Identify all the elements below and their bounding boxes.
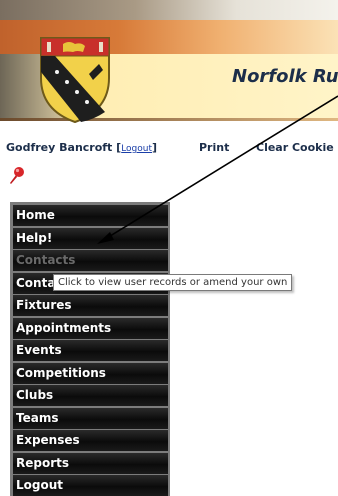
menu-item-events[interactable]: Events — [13, 340, 168, 361]
menu-item-clubs[interactable]: Clubs — [13, 385, 168, 406]
norfolk-crest-icon — [40, 37, 110, 124]
contacts-tooltip: Click to view user records or amend your… — [53, 274, 293, 291]
menu-item-logout[interactable]: Logout — [13, 475, 168, 496]
header-banner: Norfolk Ru — [0, 0, 338, 132]
menu-item-help[interactable]: Help! — [13, 227, 168, 249]
menu-item-home[interactable]: Home — [13, 205, 168, 226]
menu-item-appointments[interactable]: Appointments — [13, 317, 168, 339]
menu-item-teams[interactable]: Teams — [13, 407, 168, 429]
menu-item-reports[interactable]: Reports — [13, 452, 168, 474]
site-title: Norfolk Ru — [232, 66, 338, 87]
clear-cookies-link[interactable]: Clear Cookie — [256, 141, 334, 154]
menu-item-competitions[interactable]: Competitions — [13, 362, 168, 384]
pushpin-icon — [10, 167, 24, 184]
user-name: Godfrey Bancroft — [6, 141, 113, 154]
logout-link[interactable]: Logout — [121, 144, 152, 154]
user-bar: Godfrey Bancroft [Logout] Print Clear Co… — [6, 141, 334, 154]
menu-item-contacts[interactable]: Contacts — [13, 250, 168, 271]
main-menu: Home Help! Contacts Conta Fixtures Appoi… — [10, 202, 170, 496]
menu-item-expenses[interactable]: Expenses — [13, 430, 168, 451]
menu-item-fixtures[interactable]: Fixtures — [13, 295, 168, 316]
print-link[interactable]: Print — [199, 141, 229, 154]
